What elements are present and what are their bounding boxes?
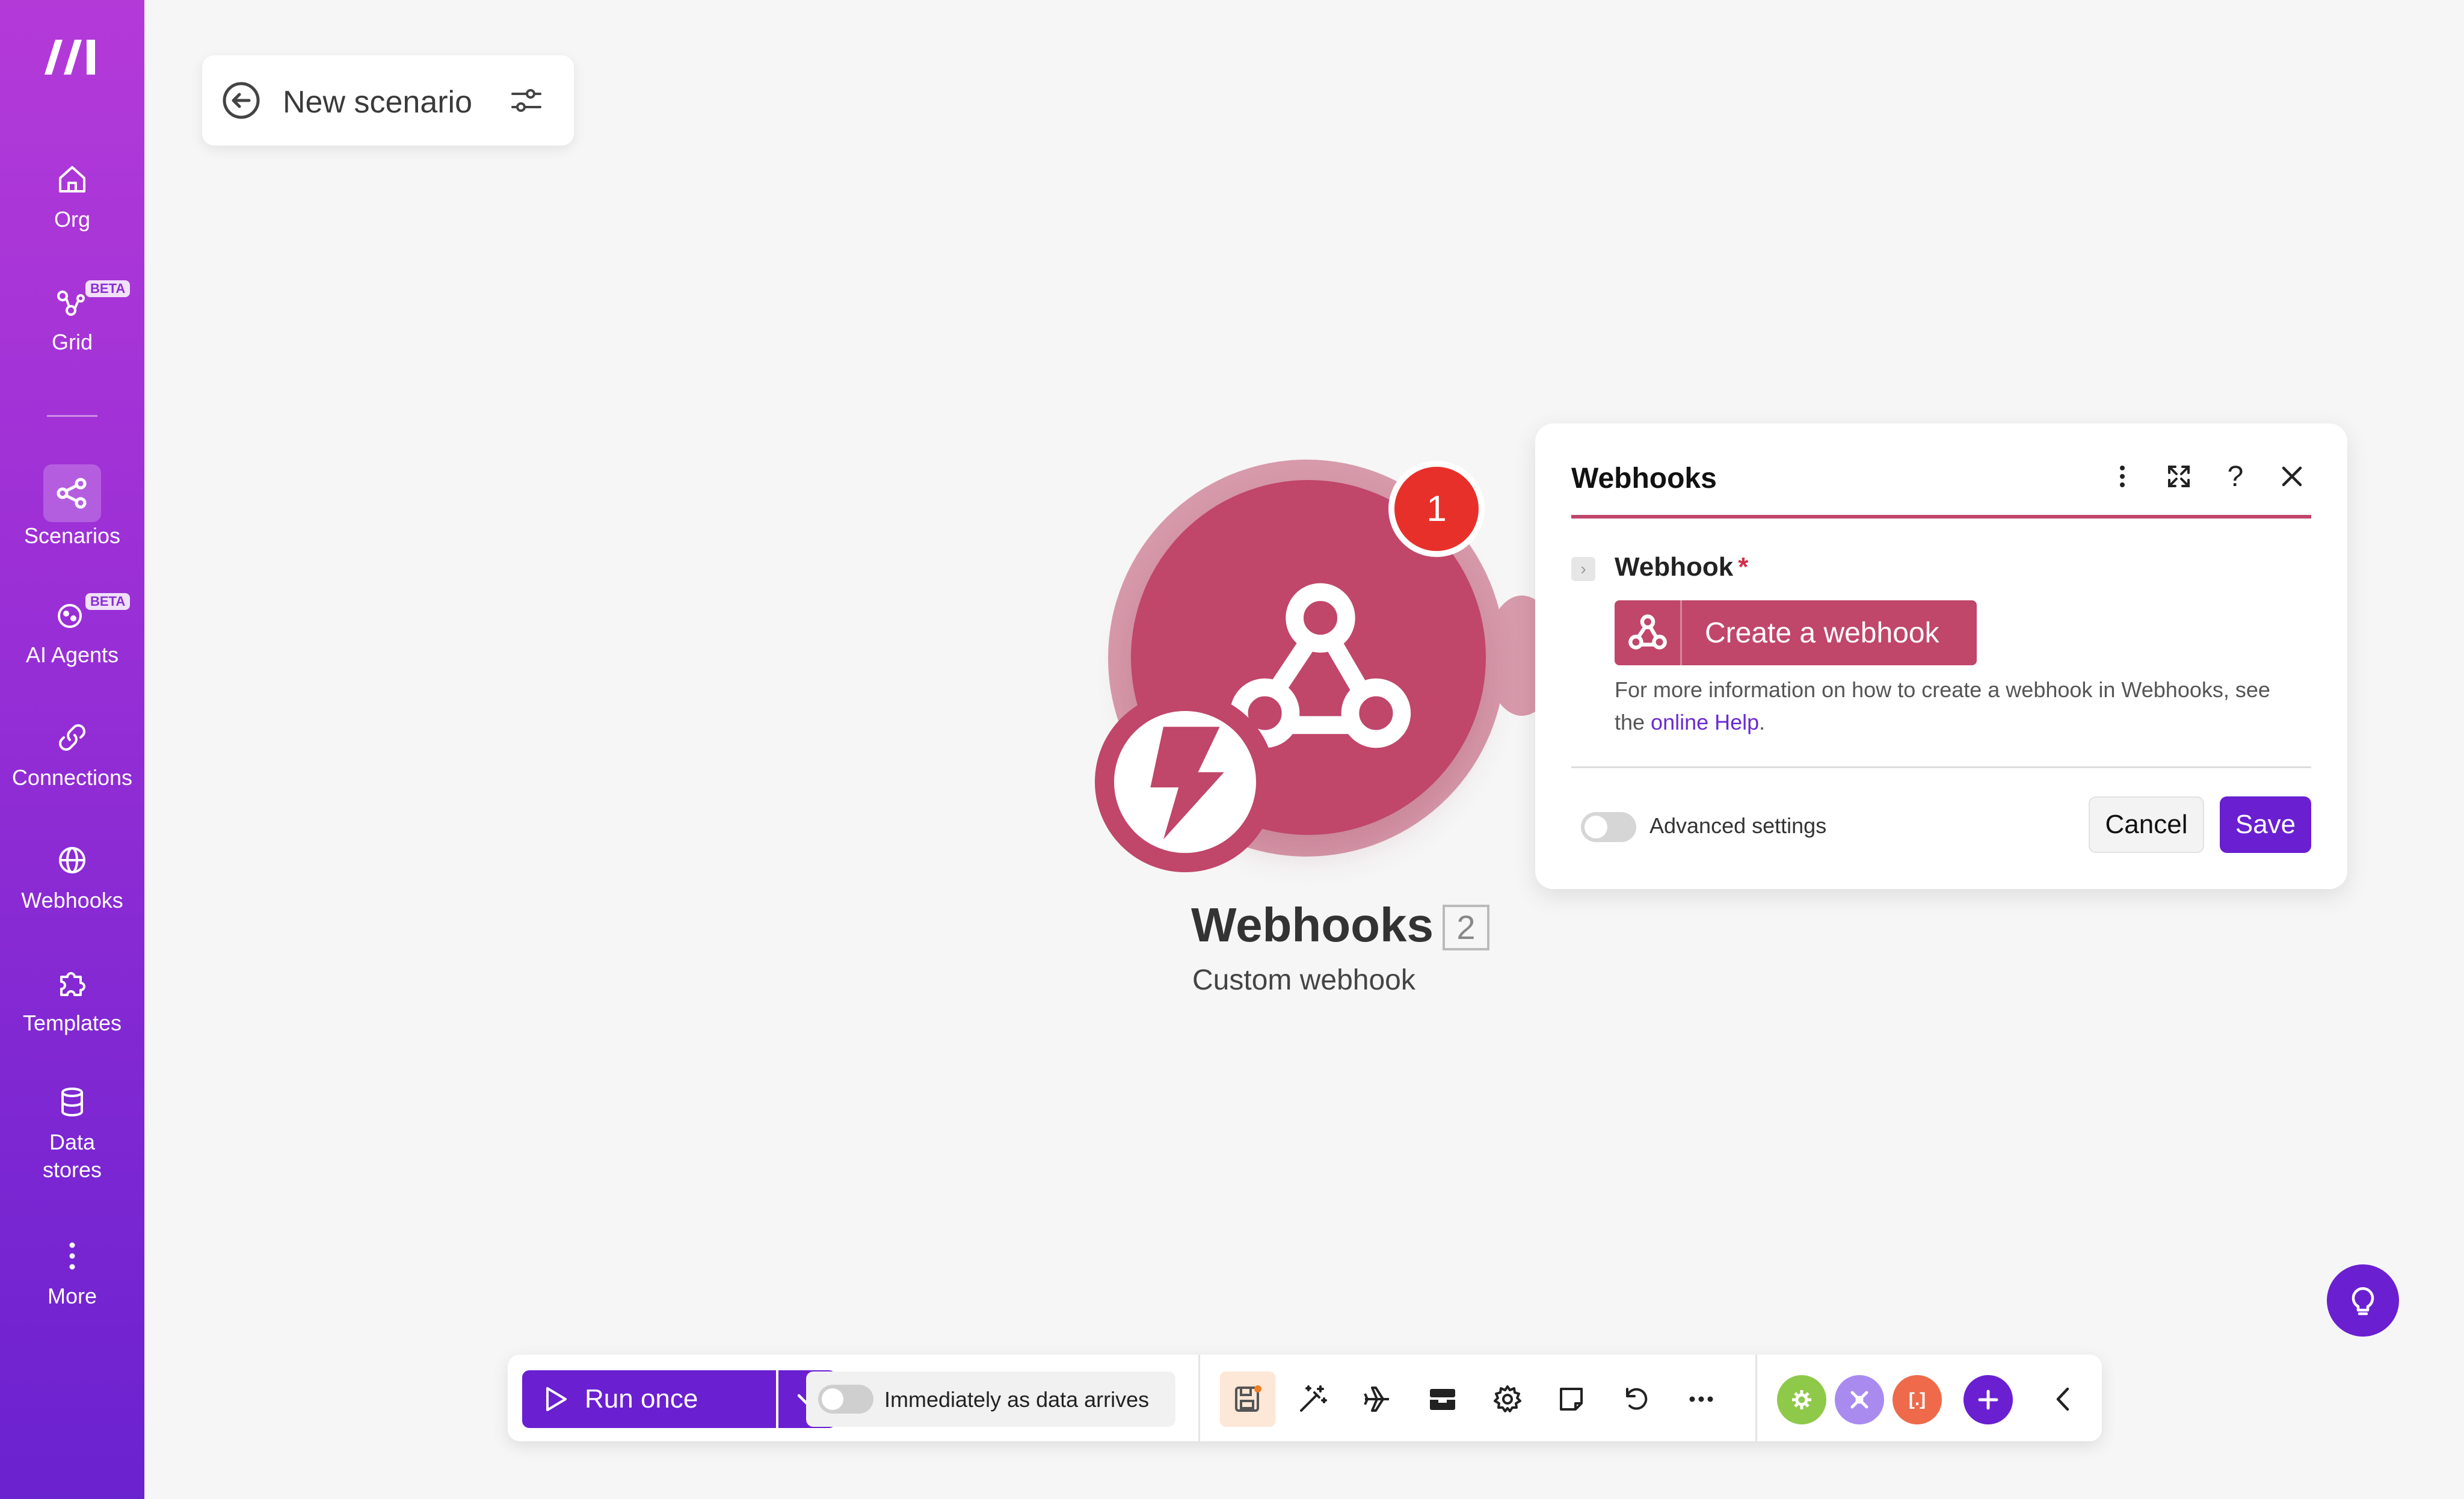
app-tools-icon[interactable] [1777,1375,1826,1424]
scenario-name[interactable]: New scenario [283,84,472,120]
module-number: 2 [1443,905,1489,950]
run-once-button[interactable]: Run once [522,1370,776,1428]
beta-badge: BETA [85,280,131,297]
sidebar-item-label: AI Agents [25,642,119,667]
more-horizontal-icon[interactable] [1674,1371,1729,1427]
panel-tools: ? [2103,457,2311,500]
create-webhook-label: Create a webhook [1705,617,1939,649]
more-vertical-icon [53,1237,91,1275]
sidebar-item-label: Data [49,1130,96,1154]
expand-icon[interactable] [2160,457,2198,496]
save-scenario-icon[interactable] [1220,1371,1275,1427]
play-icon [546,1387,567,1411]
cancel-button[interactable]: Cancel [2089,796,2204,853]
sidebar-item-label: Grid [51,330,93,354]
panel-title-underline [1571,515,2311,519]
ai-agents-icon: BETA [53,593,131,634]
more-options-icon[interactable] [2103,457,2142,496]
lightning-bolt-icon [1150,727,1224,840]
instant-trigger-badge [1095,692,1275,872]
online-help-link[interactable]: online Help [1651,710,1759,734]
sidebar-item-connections[interactable]: Connections [0,718,144,792]
sidebar-item-label: Templates [22,1011,122,1035]
add-module-button[interactable] [1964,1375,2013,1424]
module-title: Webhooks [1191,898,1434,952]
panel-divider [1571,766,2311,768]
gear-icon[interactable] [1480,1371,1535,1427]
schedule-toggle[interactable] [818,1385,873,1414]
sidebar-item-label: stores [42,1157,102,1182]
airplane-icon[interactable] [1350,1371,1405,1427]
note-icon[interactable] [1544,1371,1599,1427]
scenario-header: New scenario [202,55,574,146]
advanced-settings-toggle[interactable] [1581,812,1636,842]
database-icon [53,1083,91,1121]
save-button[interactable]: Save [2220,796,2311,853]
sidebar-item-more[interactable]: More [0,1237,144,1310]
close-icon[interactable] [2273,457,2311,496]
sidebar-item-label: More [47,1284,97,1308]
webhook-icon [1615,600,1682,665]
toolbar-separator [1755,1355,1757,1441]
help-text-suffix: . [1759,710,1766,734]
webhook-field-label: Webhook * [1615,552,1748,582]
grid-icon: BETA [53,280,131,321]
help-icon[interactable]: ? [2216,457,2255,496]
app-flow-control-icon[interactable] [1835,1375,1884,1424]
schedule-control[interactable]: Immediately as data arrives [806,1371,1175,1427]
toolbar-separator [1198,1355,1200,1441]
hint-button[interactable] [2327,1264,2399,1337]
create-webhook-button[interactable]: Create a webhook [1615,600,1977,665]
sidebar-item-label: Connections [11,765,133,790]
sidebar-item-label: Webhooks [21,888,123,913]
chevron-left-icon[interactable] [2036,1371,2091,1427]
module-settings-panel: Webhooks ? › Webhook * Create a webhook F… [1535,423,2347,889]
magic-wand-icon[interactable] [1285,1371,1340,1427]
sidebar: Org BETA Grid Scenarios BETA AI Agents C… [0,0,144,1499]
sidebar-item-scenarios[interactable]: Scenarios [0,464,144,550]
sidebar-item-grid[interactable]: BETA Grid [0,280,144,356]
undo-icon[interactable] [1609,1371,1664,1427]
panel-title: Webhooks [1571,463,1717,494]
sidebar-divider [47,415,97,417]
make-logo-icon[interactable] [42,35,102,77]
chevron-right-icon[interactable]: › [1571,557,1595,581]
sidebar-item-label: Org [54,207,90,232]
sidebar-item-ai-agents[interactable]: BETA AI Agents [0,593,144,669]
sidebar-item-webhooks[interactable]: Webhooks [0,841,144,914]
module-subtitle: Custom webhook [1192,964,1415,996]
help-text: For more information on how to create a … [1615,674,2300,739]
sidebar-item-org[interactable]: Org [0,160,144,233]
required-mark: * [1738,552,1749,582]
link-icon [53,718,91,757]
app-json-icon[interactable]: [.] [1893,1375,1942,1424]
sidebar-item-label: Scenarios [23,523,121,548]
sidebar-item-data-stores[interactable]: Data stores [0,1083,144,1184]
inbox-icon[interactable] [1415,1371,1470,1427]
scenario-toolbar: Run once [.] [508,1355,2102,1441]
home-icon [53,160,91,199]
run-once-label: Run once [585,1384,698,1414]
lightbulb-icon [2352,1287,2374,1316]
globe-icon [53,841,91,879]
sidebar-item-templates[interactable]: Templates [0,964,144,1037]
webhook-module[interactable]: 1 [1089,451,1558,872]
share-icon [43,464,101,522]
operations-count-badge: 1 [1388,461,1485,557]
advanced-settings-label: Advanced settings [1649,813,1827,838]
field-label-text: Webhook [1615,552,1734,582]
puzzle-icon [53,964,91,1002]
beta-badge: BETA [85,593,131,610]
back-arrow-icon[interactable] [220,79,262,122]
schedule-label: Immediately as data arrives [884,1387,1150,1412]
settings-sliders-icon[interactable] [505,79,547,122]
